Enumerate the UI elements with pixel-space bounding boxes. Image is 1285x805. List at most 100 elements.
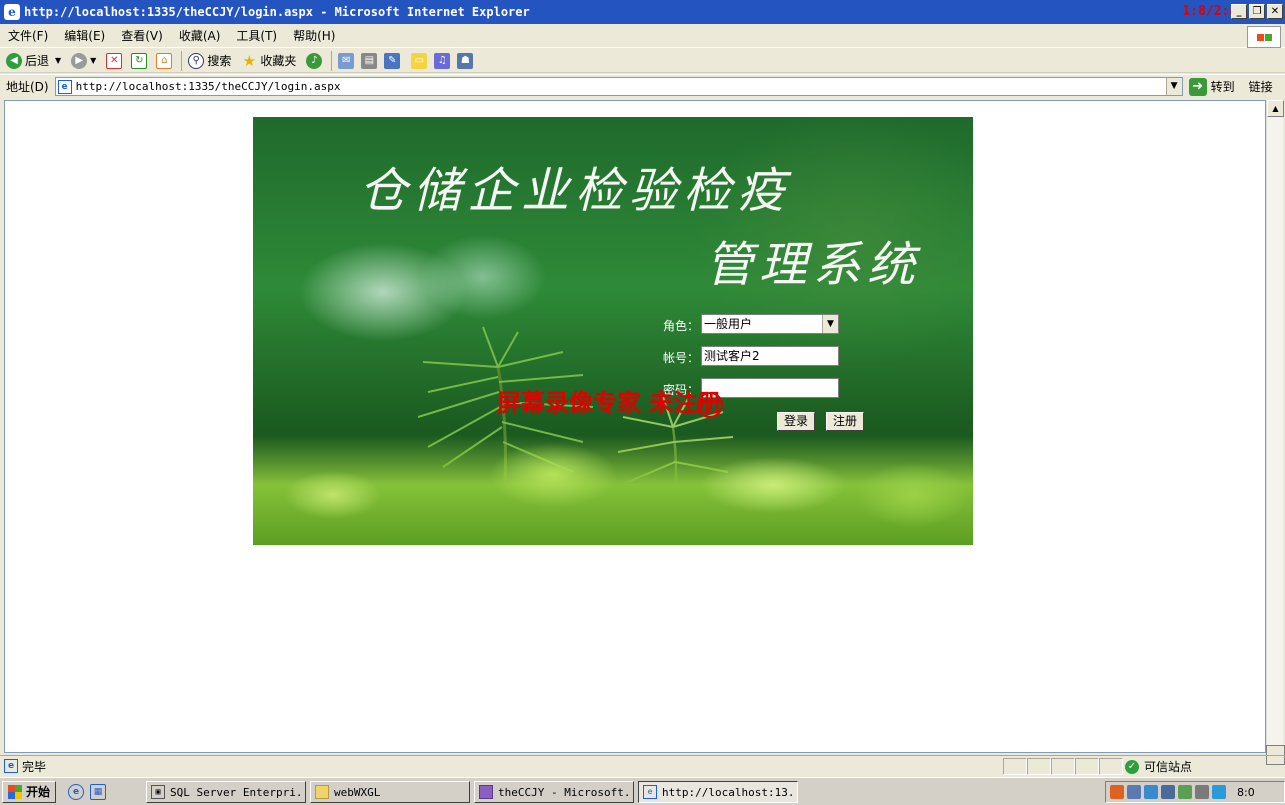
zone-label: 可信站点 [1144,760,1193,774]
tray-clock: 8:0 [1237,785,1255,799]
sql-server-icon: ▣ [151,785,165,799]
menu-help[interactable]: 帮助(H) [293,27,335,44]
register-button[interactable]: 注册 [826,412,865,431]
moss-ground [253,435,973,545]
ie-task-icon: e [643,785,657,799]
menu-edit[interactable]: 编辑(E) [64,27,105,44]
menu-bar: 文件(F) 编辑(E) 查看(V) 收藏(A) 工具(T) 帮助(H) [0,24,1285,48]
role-select[interactable]: 一般用户 ▼ [701,314,839,334]
menu-favorites[interactable]: 收藏(A) [179,27,221,44]
page-done-icon: e [4,759,18,773]
tray-shield-icon[interactable] [1178,785,1192,799]
page-content: 仓储企业检验检疫 管理系统 角色： 一般用户 ▼ 帐号： 测试客户2 密码： 登… [4,100,1266,753]
forward-arrow-icon: ▶ [71,52,88,69]
task-label: theCCJY - Microsoft... [498,785,634,799]
address-label: 地址(D) [6,80,49,94]
restore-button[interactable]: ❐ [1249,4,1265,19]
tray-device-icon[interactable] [1195,785,1209,799]
security-zone[interactable]: ✓ 可信站点 [1125,758,1192,775]
task-label: webWXGL [334,785,381,799]
task-label: SQL Server Enterpri... [170,785,306,799]
go-label: 转到 [1210,80,1235,94]
stop-icon[interactable]: ✕ [106,52,123,69]
task-label: http://localhost:13... [662,785,798,799]
close-button[interactable]: ✕ [1267,4,1283,19]
login-button[interactable]: 登录 [777,412,816,431]
system-title-line2: 管理系统 [705,237,922,293]
address-bar: 地址(D) e http://localhost:1335/theCCJY/lo… [0,74,1285,98]
favorites-label: 收藏夹 [260,54,297,68]
task-sql-server[interactable]: ▣ SQL Server Enterpri... [146,781,306,803]
edit-icon[interactable]: ✎ [384,52,401,69]
window-controls: _ ❐ ✕ [1231,4,1283,19]
forward-button[interactable]: ▶ ▼ [71,52,96,69]
tray-monitor-icon[interactable] [1161,785,1175,799]
windows-logo-icon [1247,26,1281,48]
trusted-check-icon: ✓ [1125,759,1139,774]
desktop-quicklaunch-icon[interactable]: ▦ [90,783,107,800]
menu-file[interactable]: 文件(F) [8,27,48,44]
status-pane [1051,758,1075,775]
star-icon: ★ [242,51,257,70]
tray-messenger-icon[interactable] [1212,785,1226,799]
forward-dropdown-icon[interactable]: ▼ [90,56,96,65]
toolbar: ◀ 后退 ▼ ▶ ▼ ✕ ↻ ⌂ ⚲ 搜索 ★ 收藏夹 ♪ ✉ ▤ ✎ ▭ ♫ … [0,49,1285,73]
address-url: http://localhost:1335/theCCJY/login.aspx [75,80,341,93]
menu-tools[interactable]: 工具(T) [236,27,277,44]
print-icon[interactable]: ▤ [361,52,378,69]
back-dropdown-icon[interactable]: ▼ [55,56,61,65]
record-icon [697,391,724,418]
media-icon[interactable]: ♪ [306,52,323,69]
tray-network-icon[interactable] [1127,785,1141,799]
minimize-button[interactable]: _ [1231,4,1247,19]
watermark-text: 屏幕录像专家 未注册 [497,388,722,417]
ie-quicklaunch-icon[interactable]: e [68,783,85,800]
role-label: 角色： [663,319,700,333]
folder-icon [315,785,329,799]
search-button[interactable]: ⚲ 搜索 [188,52,231,69]
research-icon[interactable]: ☗ [457,52,474,69]
messenger-icon[interactable]: ♫ [434,52,451,69]
windows-flag-icon [8,784,22,799]
status-text: 完毕 [22,759,47,774]
recorder-watermark: 屏幕录像专家 未注册 [497,383,724,418]
mail-icon[interactable]: ✉ [338,52,355,69]
login-banner: 仓储企业检验检疫 管理系统 角色： 一般用户 ▼ 帐号： 测试客户2 密码： 登… [253,117,973,545]
status-pane [1003,758,1027,775]
task-visual-studio[interactable]: theCCJY - Microsoft... [474,781,634,803]
status-bar: e 完毕 ✓ 可信站点 [0,755,1285,776]
title-bar: e http://localhost:1335/theCCJY/login.as… [0,0,1285,24]
toolbar-separator [181,50,183,71]
start-label: 开始 [26,785,51,799]
task-ie-login[interactable]: e http://localhost:13... [638,781,798,803]
account-label: 帐号： [663,351,700,365]
address-dropdown-icon[interactable]: ▼ [1165,78,1182,95]
search-icon: ⚲ [188,52,205,69]
favorites-button[interactable]: ★ 收藏夹 [241,51,297,70]
back-button[interactable]: ◀ 后退 ▼ [6,52,61,69]
status-pane [1099,758,1123,775]
vertical-scrollbar[interactable]: ▲ [1266,100,1284,753]
tray-s-icon[interactable] [1110,785,1124,799]
menu-view[interactable]: 查看(V) [121,27,163,44]
tray-sound-icon[interactable] [1144,785,1158,799]
role-dropdown-icon[interactable]: ▼ [822,315,838,333]
refresh-icon[interactable]: ↻ [131,52,148,69]
system-tray: 8:0 [1105,781,1285,803]
links-button[interactable]: 链接 [1249,78,1273,95]
start-button[interactable]: 开始 [2,780,57,803]
quick-launch: e ▦ [68,783,107,800]
system-title-line1: 仓储企业检验检疫 [359,163,792,219]
account-input[interactable]: 测试客户2 [701,346,839,366]
task-webwxgl[interactable]: webWXGL [310,781,470,803]
discuss-icon[interactable]: ▭ [411,52,428,69]
visual-studio-icon [479,785,493,799]
scroll-up-icon[interactable]: ▲ [1267,100,1284,117]
search-label: 搜索 [207,54,232,68]
home-icon[interactable]: ⌂ [156,52,173,69]
back-label: 后退 [25,54,50,68]
back-arrow-icon: ◀ [6,52,22,69]
go-button[interactable]: ➜ 转到 [1188,77,1235,96]
toolbar-separator [331,50,333,71]
address-input[interactable]: e http://localhost:1335/theCCJY/login.as… [54,77,1183,96]
